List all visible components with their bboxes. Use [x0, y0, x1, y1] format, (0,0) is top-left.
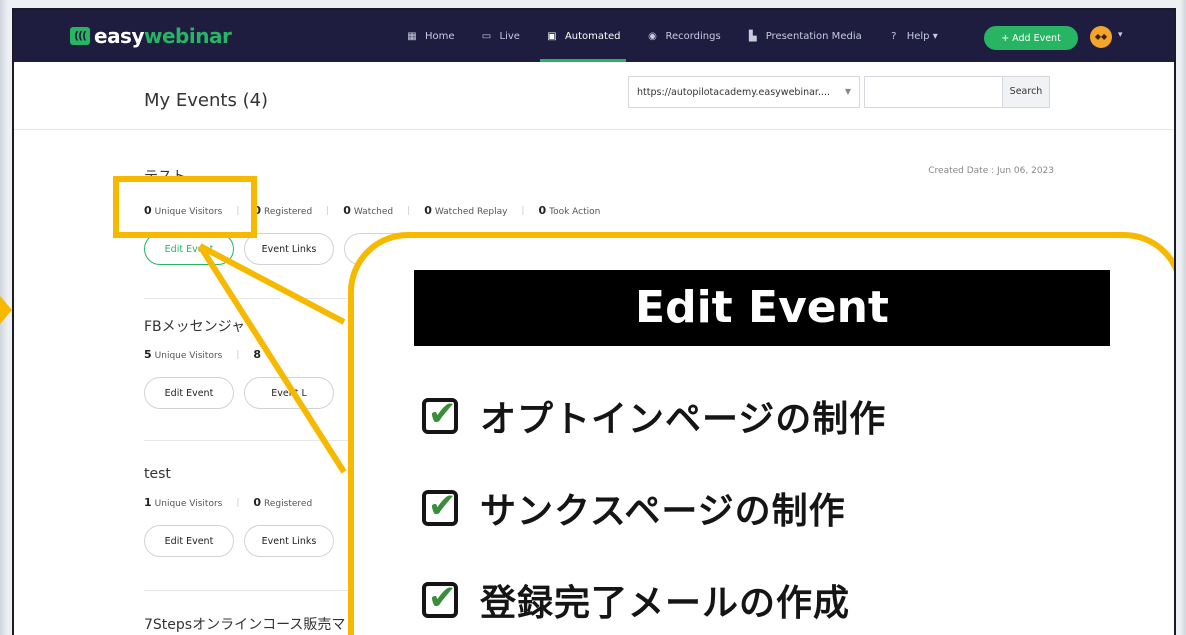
chevron-down-icon[interactable]: ▾ — [1118, 30, 1123, 40]
nav-item-label: Home — [425, 30, 455, 42]
nav-item-help[interactable]: ? Help ▾ — [888, 10, 938, 62]
screenshot-stage: ((( easywebinar ▦ Home ▭ Live ▣ Automate… — [0, 0, 1186, 635]
stat-divider: | — [326, 205, 330, 216]
checkbox-icon: ✔ — [422, 394, 458, 434]
nav-item-recordings[interactable]: ◉ Recordings — [646, 10, 721, 62]
record-icon: ◉ — [648, 30, 657, 42]
event-stats: 0 Unique Visitors | 0 Registered | 0 Watche… — [144, 204, 1054, 217]
domain-select[interactable]: https://autopilotacademy.easywebinar....… — [628, 76, 860, 108]
stat-divider: | — [521, 205, 525, 216]
stat-divider: | — [236, 349, 240, 360]
checklist-item: ✔ サンクスページの制作 — [422, 482, 846, 534]
add-event-button[interactable]: + Add Event — [984, 26, 1078, 50]
checkmark-icon: ✔ — [428, 486, 457, 526]
highlight-box — [113, 176, 257, 238]
stat-took-action: 0 Took Action — [538, 204, 601, 217]
stat-watched-replay: 0 Watched Replay — [424, 204, 508, 217]
event-links-button[interactable]: Event Links — [244, 233, 334, 265]
help-icon: ? — [891, 30, 897, 42]
nav-item-home[interactable]: ▦ Home — [406, 10, 455, 62]
event-title[interactable]: テスト — [144, 166, 1054, 186]
checkbox-icon: ✔ — [422, 578, 458, 618]
checkbox-icon: ✔ — [422, 486, 458, 526]
stat-divider: | — [407, 205, 411, 216]
stat-unique-visitors: 1 Unique Visitors — [144, 496, 223, 509]
event-links-button[interactable]: Event L — [244, 377, 334, 409]
avatar[interactable]: ◆◆ — [1090, 26, 1112, 48]
calendar-icon: ▭ — [481, 30, 492, 42]
left-arrow-icon — [0, 296, 12, 324]
stat-unique-visitors: 5 Unique Visitors — [144, 348, 223, 361]
search-input[interactable] — [864, 76, 1004, 108]
checkmark-icon: ✔ — [428, 394, 457, 434]
edit-event-button[interactable]: Edit Event — [144, 525, 234, 557]
checklist-label: サンクスページの制作 — [480, 491, 846, 532]
app-window: ((( easywebinar ▦ Home ▭ Live ▣ Automate… — [12, 8, 1176, 635]
top-navbar: ((( easywebinar ▦ Home ▭ Live ▣ Automate… — [14, 10, 1174, 62]
nav-menu: ▦ Home ▭ Live ▣ Automated ◉ Recordings ▙ — [406, 10, 964, 62]
stat-registered: 0 Registered — [253, 496, 313, 509]
grid-icon: ▦ — [407, 30, 417, 42]
checklist-item: ✔ 登録完了メールの作成 — [422, 574, 850, 626]
event-links-button[interactable]: Event Links — [244, 525, 334, 557]
file-icon: ▙ — [748, 30, 757, 42]
page-title: My Events (4) — [144, 90, 269, 111]
stat-registered: 8 — [253, 348, 262, 361]
checklist-item: ✔ オプトインページの制作 — [422, 390, 886, 442]
nav-item-label: Recordings — [665, 30, 721, 42]
nav-item-label: Automated — [564, 30, 621, 42]
nav-item-automated[interactable]: ▣ Automated — [539, 10, 626, 62]
nav-item-live[interactable]: ▭ Live — [481, 10, 520, 62]
nav-item-label: Help ▾ — [906, 30, 938, 42]
checklist-label: オプトインページの制作 — [480, 399, 887, 440]
callout-panel: Edit Event ✔ オプトインページの制作 ✔ サンクスページの制作 ✔ … — [348, 232, 1174, 635]
logo-mark-icon: ((( — [70, 27, 90, 45]
nav-item-label: Live — [499, 30, 520, 42]
checklist-label: 登録完了メールの作成 — [480, 583, 851, 624]
stat-divider: | — [236, 497, 240, 508]
edit-event-button[interactable]: Edit Event — [144, 377, 234, 409]
chevron-down-icon: ▼ — [844, 87, 851, 96]
search-button[interactable]: Search — [1002, 76, 1050, 108]
nav-item-presentation-media[interactable]: ▙ Presentation Media — [747, 10, 862, 62]
stat-watched: 0 Watched — [343, 204, 394, 217]
page-header: My Events (4) https://autopilotacademy.e… — [14, 62, 1174, 130]
logo-text: easywebinar — [94, 24, 232, 48]
created-date: Created Date : Jun 06, 2023 — [928, 166, 1054, 176]
logo[interactable]: ((( easywebinar — [70, 24, 232, 48]
callout-heading: Edit Event — [414, 270, 1110, 346]
domain-select-value: https://autopilotacademy.easywebinar.... — [637, 87, 831, 98]
stat-registered: 0 Registered — [253, 204, 313, 217]
checkmark-icon: ✔ — [428, 578, 457, 618]
nav-item-label: Presentation Media — [765, 30, 862, 42]
calendar-check-icon: ▣ — [547, 30, 557, 42]
